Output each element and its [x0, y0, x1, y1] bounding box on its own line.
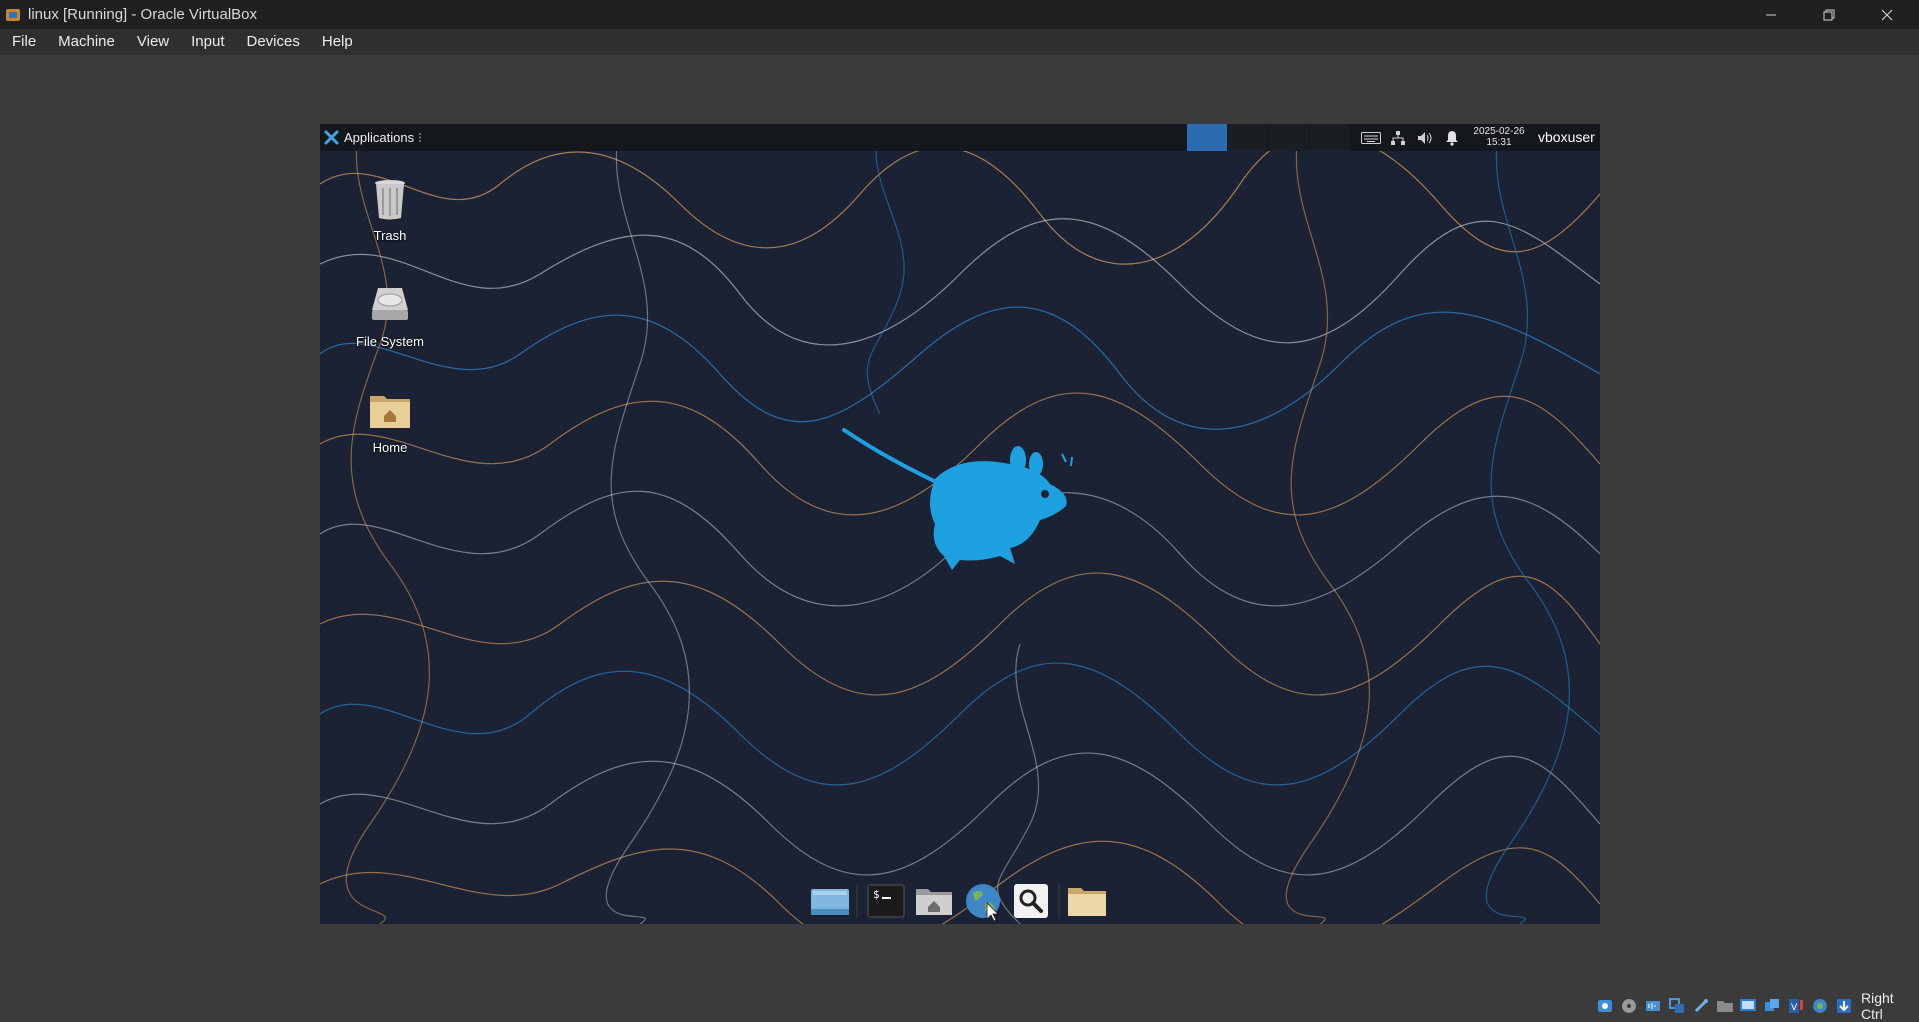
- clock-time: 15:31: [1486, 137, 1512, 148]
- display-icon[interactable]: [1739, 997, 1757, 1015]
- guest-screen[interactable]: Applications 2025-02-26 15:31 vboxuser T…: [320, 124, 1600, 924]
- menu-devices[interactable]: Devices: [236, 29, 311, 55]
- top-panel: Applications 2025-02-26 15:31 vboxuser: [320, 124, 1600, 151]
- hard-disk-icon[interactable]: [1596, 997, 1614, 1015]
- menu-help[interactable]: Help: [311, 29, 364, 55]
- audio-icon[interactable]: [1644, 997, 1662, 1015]
- dock-show-desktop[interactable]: [808, 879, 851, 923]
- show-desktop-icon: [810, 889, 849, 915]
- system-tray: [1360, 124, 1468, 151]
- dock-separator: [856, 884, 859, 918]
- desktop-icon-trash[interactable]: Trash: [345, 174, 435, 243]
- mouse-integration-icon[interactable]: [1835, 997, 1853, 1015]
- menu-file[interactable]: File: [0, 29, 47, 55]
- close-icon[interactable]: [1858, 0, 1916, 29]
- dock-file-manager[interactable]: [913, 879, 956, 923]
- desktop-icon-label: File System: [356, 334, 424, 349]
- dock-folder[interactable]: [1066, 879, 1109, 923]
- drive-icon: [372, 288, 408, 320]
- xfce-mouse-logo: [842, 428, 1073, 570]
- menu-view[interactable]: View: [126, 29, 180, 55]
- folder-icon: [1068, 888, 1107, 916]
- svg-text:V: V: [1791, 1002, 1798, 1012]
- vm-status-bar: V Right Ctrl: [1596, 990, 1919, 1022]
- recording-icon[interactable]: V: [1787, 997, 1805, 1015]
- menu-machine[interactable]: Machine: [47, 29, 126, 55]
- panel-clock[interactable]: 2025-02-26 15:31: [1468, 126, 1530, 148]
- dock: $: [808, 878, 1114, 924]
- workspace-3[interactable]: [1269, 124, 1309, 151]
- window-titlebar: linux [Running] - Oracle VirtualBox: [0, 0, 1919, 29]
- notification-bell-icon[interactable]: [1441, 128, 1463, 148]
- dock-terminal[interactable]: $: [864, 879, 907, 923]
- desktop-icon-label: Home: [372, 440, 408, 455]
- usb-icon[interactable]: [1692, 997, 1710, 1015]
- globe-icon: [965, 884, 1000, 921]
- network-icon[interactable]: [1387, 128, 1409, 148]
- xfce-icon: [324, 130, 339, 145]
- workspace-2[interactable]: [1228, 124, 1268, 151]
- user-menu[interactable]: vboxuser: [1538, 124, 1595, 151]
- desktop-icon-home[interactable]: Home: [345, 386, 435, 455]
- home-folder-icon: [916, 889, 953, 915]
- applications-label: Applications: [344, 130, 415, 145]
- video-capture-icon[interactable]: [1763, 997, 1781, 1015]
- keyboard-icon[interactable]: [1360, 128, 1382, 148]
- panel-handle-icon: [419, 133, 422, 142]
- workspace-1[interactable]: [1187, 124, 1227, 151]
- minimize-icon[interactable]: [1742, 0, 1800, 29]
- terminal-icon: $: [867, 884, 905, 918]
- shared-folder-icon[interactable]: [1716, 997, 1734, 1015]
- desktop-icon-file-system[interactable]: File System: [345, 280, 435, 349]
- applications-menu-button[interactable]: Applications: [320, 124, 422, 151]
- virtualbox-icon: [6, 8, 20, 21]
- desktop-icon-label: Trash: [373, 228, 407, 243]
- cpu-icon[interactable]: [1811, 997, 1829, 1015]
- dock-web-browser[interactable]: [961, 879, 1004, 923]
- search-icon: [1014, 884, 1049, 918]
- optical-drive-icon[interactable]: [1620, 997, 1638, 1015]
- svg-text:$: $: [873, 888, 880, 901]
- dock-app-finder[interactable]: [1009, 879, 1052, 923]
- host-key-label: Right Ctrl: [1860, 989, 1894, 1022]
- restore-icon[interactable]: [1800, 0, 1858, 29]
- trash-icon: [375, 180, 405, 220]
- menu-bar: File Machine View Input Devices Help: [0, 29, 1919, 55]
- clock-date: 2025-02-26: [1473, 126, 1525, 137]
- workspace-switcher: [1187, 124, 1351, 151]
- dock-separator: [1057, 884, 1060, 918]
- volume-icon[interactable]: [1414, 128, 1436, 148]
- window-title: linux [Running] - Oracle VirtualBox: [28, 6, 257, 23]
- menu-input[interactable]: Input: [180, 29, 235, 55]
- home-folder-icon: [370, 396, 410, 428]
- network-adapter-icon[interactable]: [1668, 997, 1686, 1015]
- workspace-4[interactable]: [1310, 124, 1350, 151]
